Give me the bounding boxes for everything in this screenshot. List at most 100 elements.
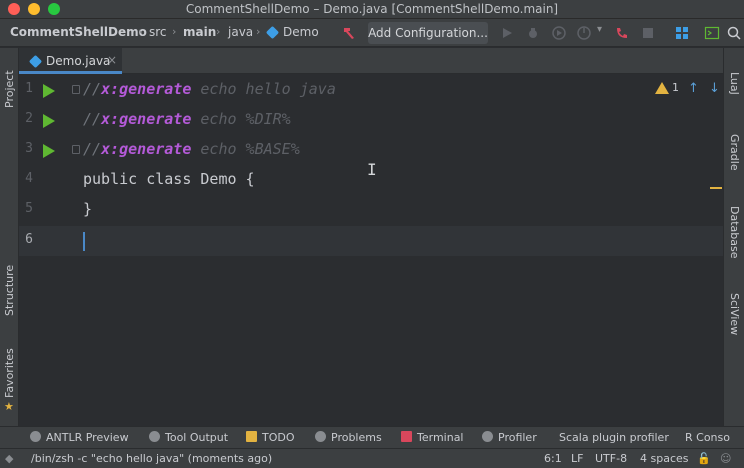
status-message[interactable]: /bin/zsh -c "echo hello java" (moments a… [31,452,272,465]
breadcrumb-project[interactable]: CommentShellDemo [10,25,147,39]
tool-windows-bar: ANTLR Preview Tool Output TODO Problems … [0,426,744,448]
indent-setting[interactable]: 4 spaces [640,452,689,465]
inspector-icon[interactable]: ☺ [720,452,731,465]
run-icon[interactable] [499,25,515,41]
star-icon: ★ [4,400,14,413]
code-text: //x:generate echo %DIR% [83,110,291,128]
status-bar: ◆ /bin/zsh -c "echo hello java" (moments… [0,448,744,468]
generate-directive: x:generate [101,140,192,158]
luaj-panel-label: LuaJ [728,72,741,95]
tool-r-console[interactable]: R Conso [685,431,730,444]
tool-label: Terminal [417,431,464,444]
attach-debugger-icon[interactable] [614,25,630,41]
tool-label: Scala plugin profiler [559,431,669,444]
code-text: } [83,200,93,218]
breadcrumb-demo[interactable]: Demo [283,25,319,39]
project-structure-icon[interactable] [674,25,690,41]
fold-marker-icon[interactable] [72,85,80,94]
line-separator[interactable]: LF [571,452,583,465]
breadcrumb-java[interactable]: java [228,25,253,39]
lock-icon[interactable]: 🔓 [697,452,711,465]
sciview-panel-tab[interactable]: SciView [728,293,741,335]
inspection-widget[interactable]: 1 ↑ ↓ [655,81,721,97]
left-tool-strip: Project Structure Favorites ★ [0,48,19,448]
luaj-panel-tab[interactable]: LuaJ [728,72,741,95]
fold-marker-icon[interactable] [72,145,80,154]
editor-tab-bar: Demo.java × [19,48,723,74]
stop-icon[interactable] [640,25,656,41]
line-number: 5 [25,201,33,216]
code-editor[interactable]: 1 //x:generate echo hello java 2 //x:gen… [19,75,723,425]
project-panel-tab[interactable]: Project [3,70,16,108]
debug-icon[interactable] [525,25,541,41]
warning-stripe-marker[interactable] [710,187,722,189]
generate-directive: x:generate [101,80,192,98]
comment-prefix: // [83,110,102,128]
navigation-bar: CommentShellDemo › src › main › java › D… [0,19,744,47]
comment-prefix: // [83,140,102,158]
code-text: //x:generate echo hello java [83,80,336,98]
tool-todo[interactable]: TODO [246,431,295,444]
run-gutter-icon[interactable] [43,114,55,128]
title-bar: CommentShellDemo – Demo.java [CommentShe… [0,0,744,19]
code-line: 5 } [19,195,723,225]
line-number: 6 [25,232,33,247]
run-gutter-icon[interactable] [43,84,55,98]
structure-panel-label: Structure [3,264,16,316]
generate-directive: x:generate [101,110,192,128]
text-caret [83,232,85,251]
tab-demo-java[interactable]: Demo.java × [19,48,122,74]
tool-label: ANTLR Preview [46,431,129,444]
code-text: //x:generate echo %BASE% [83,140,300,158]
tool-problems[interactable]: Problems [315,431,382,444]
run-with-coverage-icon[interactable] [551,25,567,41]
tool-label: Profiler [498,431,537,444]
breadcrumb-separator-icon: › [216,25,221,38]
tool-tool-output[interactable]: Tool Output [149,431,228,444]
tool-label: R Conso [685,431,730,444]
warning-icon [655,82,669,94]
terminal-icon[interactable] [704,25,720,41]
layers-icon[interactable]: ◆ [5,452,13,465]
directive-argument: echo %BASE% [191,140,300,158]
build-hammer-icon[interactable] [341,25,357,41]
profiler-tool-icon [482,431,493,442]
file-encoding[interactable]: UTF-8 [595,452,627,465]
line-number: 1 [25,81,33,96]
line-number: 3 [25,141,33,156]
add-configuration-button[interactable]: Add Configuration... [368,22,488,44]
breadcrumb-src[interactable]: src [149,25,167,39]
java-class-icon [28,54,43,69]
breadcrumb-separator-icon: › [172,25,177,38]
code-line: 1 //x:generate echo hello java [19,75,723,105]
caret-position[interactable]: 6:1 [544,452,562,465]
structure-panel-tab[interactable]: Structure [3,265,16,316]
project-panel-label: Project [3,70,16,108]
tool-label: TODO [262,431,295,444]
breadcrumb-main[interactable]: main [183,25,216,39]
tool-scala-plugin-profiler[interactable]: Scala plugin profiler [559,431,669,444]
tool-terminal[interactable]: Terminal [401,431,464,444]
database-panel-tab[interactable]: Database [728,206,741,259]
run-gutter-icon[interactable] [43,144,55,158]
favorites-panel-tab[interactable]: Favorites [3,348,16,398]
search-everywhere-icon[interactable] [726,25,742,41]
gradle-panel-tab[interactable]: Gradle [728,134,741,171]
next-highlight-icon[interactable]: ↓ [709,81,720,96]
tool-label: Tool Output [165,431,229,444]
gradle-panel-label: Gradle [728,134,741,171]
profiler-icon[interactable] [576,25,592,41]
previous-highlight-icon[interactable]: ↑ [688,81,699,96]
breadcrumb-separator-icon: › [138,25,143,38]
right-tool-strip: LuaJ Gradle Database SciView [723,48,744,448]
tab-close-icon[interactable]: × [107,53,117,67]
class-icon [265,25,280,40]
sciview-panel-label: SciView [728,293,741,336]
tool-profiler[interactable]: Profiler [482,431,537,444]
more-run-options-icon[interactable]: ▾ [597,24,602,35]
tool-antlr-preview[interactable]: ANTLR Preview [30,431,129,444]
code-text: public class Demo { [83,170,255,188]
code-line: 6 [19,226,723,256]
tab-label: Demo.java [46,54,111,68]
window-title: CommentShellDemo – Demo.java [CommentShe… [185,2,559,16]
